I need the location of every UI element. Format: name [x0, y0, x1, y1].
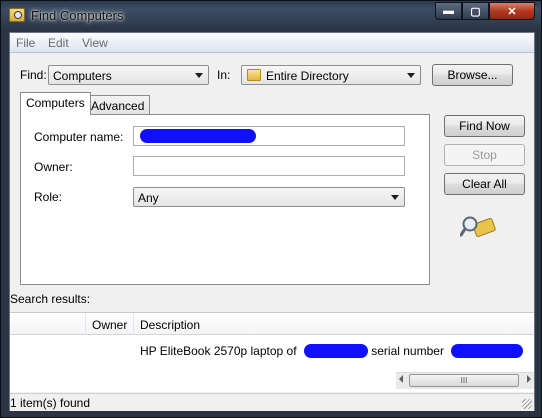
window-title: Find Computers [31, 8, 124, 23]
directory-icon [247, 69, 261, 81]
redaction-mark [451, 344, 524, 358]
role-select[interactable]: Any [133, 187, 405, 207]
role-value: Any [138, 191, 159, 205]
horizontal-scrollbar[interactable]: III [396, 372, 534, 389]
maximize-button[interactable]: ▢ [462, 2, 489, 20]
scroll-thumb[interactable]: III [409, 374, 519, 387]
in-scope-value: Entire Directory [266, 69, 349, 83]
result-row[interactable]: HP EliteBook 2570p laptop of serial numb… [140, 344, 524, 358]
column-header-owner[interactable]: Owner [86, 313, 134, 335]
redaction-mark [140, 129, 256, 143]
scroll-right-icon[interactable] [527, 375, 531, 383]
result-description-middle: serial number [371, 344, 444, 358]
search-results-label: Search results: [10, 292, 91, 306]
column-header-name[interactable] [10, 313, 86, 335]
chevron-down-icon [407, 73, 415, 78]
results-list: Owner Description HP EliteBook 2570p lap… [10, 312, 534, 392]
column-header-description[interactable]: Description [134, 313, 534, 335]
in-label: In: [217, 68, 231, 82]
close-button[interactable]: ✕ [489, 2, 535, 20]
menu-file[interactable]: File [16, 36, 35, 50]
find-computers-window: Find Computers ▬ ▢ ✕ File Edit View Find… [0, 0, 542, 418]
owner-field[interactable] [133, 156, 405, 176]
menu-view[interactable]: View [82, 36, 108, 50]
caption-buttons: ▬ ▢ ✕ [435, 2, 535, 21]
status-text: 1 item(s) found [10, 396, 91, 410]
resize-grip-icon[interactable] [522, 399, 532, 409]
find-now-button[interactable]: Find Now [444, 115, 525, 137]
menu-bar: File Edit View [10, 33, 534, 53]
search-magnifier-icon [460, 216, 496, 237]
find-type-select[interactable]: Computers [48, 65, 209, 85]
status-bar: 1 item(s) found [10, 393, 534, 411]
result-description-prefix: HP EliteBook 2570p laptop of [140, 344, 297, 358]
stop-button[interactable]: Stop [444, 144, 525, 166]
chevron-down-icon [195, 73, 203, 78]
computer-name-label: Computer name: [34, 130, 124, 144]
tab-computers[interactable]: Computers [20, 92, 91, 115]
clear-all-button[interactable]: Clear All [444, 173, 525, 195]
in-scope-select[interactable]: Entire Directory [241, 65, 421, 85]
minimize-button[interactable]: ▬ [435, 2, 462, 20]
scroll-left-icon[interactable] [399, 375, 403, 383]
tab-advanced[interactable]: Advanced [85, 95, 151, 115]
find-type-value: Computers [53, 69, 112, 83]
browse-button[interactable]: Browse... [432, 64, 513, 86]
find-app-icon [9, 8, 25, 22]
menu-edit[interactable]: Edit [48, 36, 69, 50]
dialog-client-area: File Edit View Find: Computers In: Entir… [9, 32, 535, 411]
owner-label: Owner: [34, 160, 73, 174]
computers-tab-panel: Computer name: Owner: Role: Any [20, 114, 430, 285]
title-bar[interactable]: Find Computers ▬ ▢ ✕ [1, 1, 541, 31]
find-label: Find: [20, 68, 47, 82]
role-label: Role: [34, 190, 63, 204]
computer-name-field[interactable] [133, 126, 405, 146]
chevron-down-icon [391, 195, 399, 200]
redaction-mark [303, 344, 368, 358]
